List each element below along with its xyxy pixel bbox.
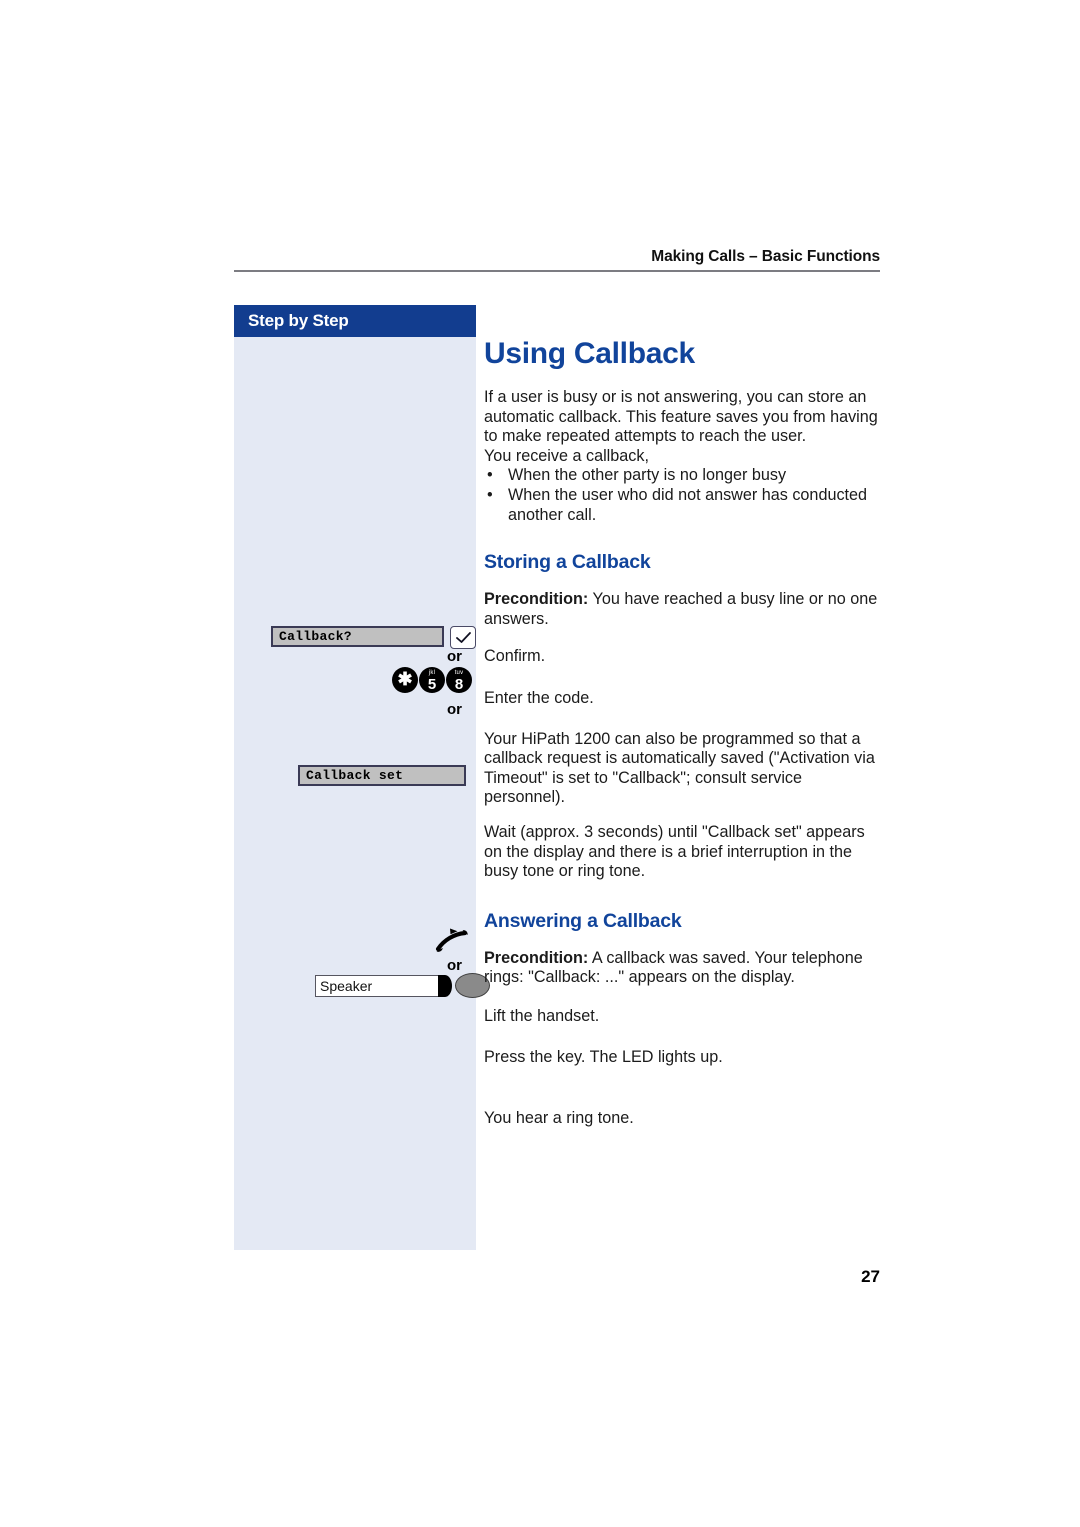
answering-step-presskey: Press the key. The LED lights up. (484, 1048, 723, 1067)
page-title: Using Callback (484, 337, 695, 370)
dial-code-keys[interactable]: ✱ jkl 5 tuv 8 (392, 667, 472, 693)
dial-key-star[interactable]: ✱ (392, 667, 418, 693)
sidebar-header-bar: Step by Step (234, 305, 476, 337)
storing-step-wait: Wait (approx. 3 seconds) until "Callback… (484, 822, 865, 881)
callback-softkey-row[interactable]: Callback? (271, 626, 476, 649)
dial-key-8[interactable]: tuv 8 (446, 667, 472, 693)
main-content: Using Callback If a user is busy or is n… (484, 338, 884, 1129)
storing-step-hipath: Your HiPath 1200 can also be programmed … (484, 729, 875, 807)
section-heading-storing: Storing a Callback (484, 551, 651, 574)
callback-softkey-display[interactable]: Callback? (271, 626, 444, 647)
dial-key-5[interactable]: jkl 5 (419, 667, 445, 693)
speaker-key-label[interactable]: Speaker (315, 974, 439, 997)
list-item-label: When the user who did not answer has con… (508, 485, 868, 524)
or-label-confirm: or (447, 648, 462, 665)
storing-precondition: Precondition: You have reached a busy li… (484, 590, 884, 629)
speaker-key-tip (438, 974, 452, 997)
list-item: • When the other party is no longer busy (484, 466, 884, 486)
dial-key-8-glyph: 8 (454, 676, 464, 693)
bullet-icon: • (487, 485, 493, 504)
precondition-label: Precondition: (484, 590, 589, 609)
storing-step-confirm: Confirm. (484, 647, 546, 666)
running-header: Making Calls – Basic Functions (234, 248, 880, 266)
callback-set-display: Callback set (298, 765, 466, 786)
intro-lead-in: You receive a callback, (484, 446, 649, 465)
section-heading-answering: Answering a Callback (484, 909, 682, 932)
list-item: • When the user who did not answer has c… (484, 486, 884, 525)
storing-step-entercode: Enter the code. (484, 688, 594, 707)
intro-paragraph: If a user is busy or is not answering, y… (484, 388, 878, 446)
answering-step-ringtone: You hear a ring tone. (484, 1109, 634, 1128)
list-item-label: When the other party is no longer busy (508, 466, 787, 485)
dial-key-5-glyph: 5 (427, 676, 437, 693)
dial-key-star-glyph: ✱ (397, 669, 413, 689)
answering-step-lift: Lift the handset. (484, 1006, 600, 1025)
checkmark-key-icon[interactable] (450, 626, 476, 649)
precondition-label: Precondition: (484, 948, 589, 967)
bullet-icon: • (487, 466, 493, 485)
or-label-handset: or (447, 957, 462, 974)
sidebar-title: Step by Step (248, 311, 349, 330)
header-divider (234, 270, 880, 272)
running-header-title: Making Calls – Basic Functions (651, 248, 880, 265)
page-number: 27 (861, 1267, 880, 1286)
callback-conditions-list: • When the other party is no longer busy… (484, 466, 884, 525)
speaker-key-row[interactable]: Speaker (315, 973, 490, 998)
answering-precondition: Precondition: A callback was saved. Your… (484, 949, 884, 988)
or-label-code: or (447, 701, 462, 718)
